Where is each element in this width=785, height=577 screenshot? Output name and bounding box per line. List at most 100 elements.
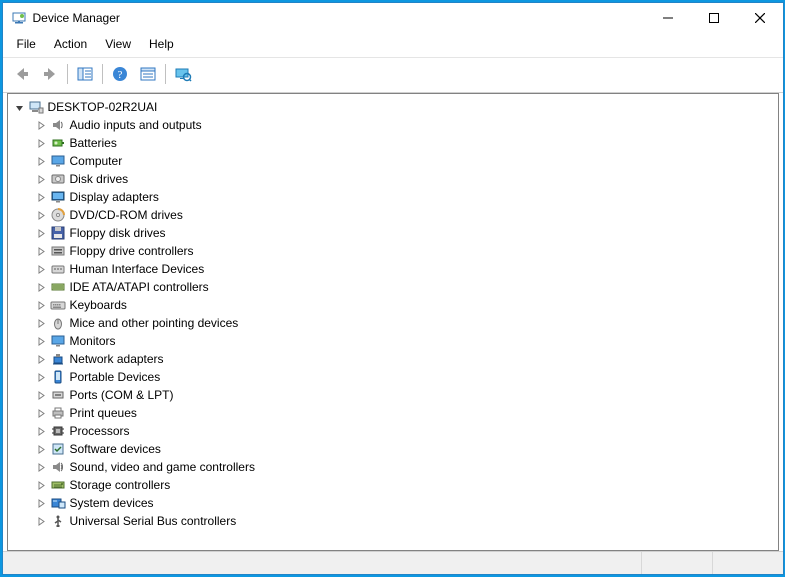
display-icon	[50, 189, 66, 205]
expander-icon[interactable]	[36, 191, 48, 203]
toolbar-separator	[102, 64, 103, 84]
tree-node[interactable]: Human Interface Devices	[8, 260, 778, 278]
nav-forward-button[interactable]	[37, 61, 63, 87]
tree-node[interactable]: Ports (COM & LPT)	[8, 386, 778, 404]
svg-text:?: ?	[117, 69, 122, 81]
tree-node[interactable]: IDE ATA/ATAPI controllers	[8, 278, 778, 296]
tree-node[interactable]: Disk drives	[8, 170, 778, 188]
tree-node-label: Monitors	[70, 334, 116, 348]
tree-node-label: Computer	[70, 154, 123, 168]
tree-node-label: DVD/CD-ROM drives	[70, 208, 183, 222]
tree-pane[interactable]: DESKTOP-02R2UAI Audio inputs and outputs B…	[7, 93, 779, 551]
expander-icon[interactable]	[36, 317, 48, 329]
window-frame: Device Manager File Action View Help	[2, 2, 784, 575]
tree-node[interactable]: Batteries	[8, 134, 778, 152]
toolbar: ?	[3, 57, 783, 93]
expander-icon[interactable]	[36, 389, 48, 401]
expander-icon[interactable]	[36, 173, 48, 185]
expander-icon[interactable]	[36, 227, 48, 239]
expander-icon[interactable]	[36, 335, 48, 347]
tree-node-label: IDE ATA/ATAPI controllers	[70, 280, 209, 294]
app-icon	[11, 10, 27, 26]
tree-node[interactable]: Floppy disk drives	[8, 224, 778, 242]
monitor-icon	[50, 333, 66, 349]
expander-icon[interactable]	[36, 263, 48, 275]
tree-node-label: Batteries	[70, 136, 117, 150]
battery-icon	[50, 135, 66, 151]
menu-help[interactable]: Help	[141, 35, 182, 53]
system-icon	[50, 495, 66, 511]
expander-icon[interactable]	[36, 461, 48, 473]
tree-node[interactable]: Portable Devices	[8, 368, 778, 386]
menubar: File Action View Help	[3, 33, 783, 57]
titlebar: Device Manager	[3, 3, 783, 33]
tree-node-label: Human Interface Devices	[70, 262, 205, 276]
expander-icon[interactable]	[36, 119, 48, 131]
expander-icon[interactable]	[36, 155, 48, 167]
expander-icon[interactable]	[36, 497, 48, 509]
scan-hardware-button[interactable]	[170, 61, 196, 87]
tree-node[interactable]: Network adapters	[8, 350, 778, 368]
device-tree: DESKTOP-02R2UAI Audio inputs and outputs B…	[8, 94, 778, 534]
maximize-button[interactable]	[691, 3, 737, 33]
window-controls	[645, 3, 783, 33]
tree-node-label: System devices	[70, 496, 154, 510]
tree-node-label: Network adapters	[70, 352, 164, 366]
expander-icon[interactable]	[14, 101, 26, 113]
audio-icon	[50, 117, 66, 133]
expander-icon[interactable]	[36, 281, 48, 293]
expander-icon[interactable]	[36, 407, 48, 419]
cdrom-icon	[50, 207, 66, 223]
expander-icon[interactable]	[36, 353, 48, 365]
tree-node-label: Universal Serial Bus controllers	[70, 514, 237, 528]
close-button[interactable]	[737, 3, 783, 33]
tree-node[interactable]: Storage controllers	[8, 476, 778, 494]
menu-file[interactable]: File	[9, 35, 44, 53]
tree-node[interactable]: Sound, video and game controllers	[8, 458, 778, 476]
tree-node[interactable]: System devices	[8, 494, 778, 512]
expander-icon[interactable]	[36, 425, 48, 437]
cpu-icon	[50, 423, 66, 439]
properties-button[interactable]	[135, 61, 161, 87]
computer-icon	[28, 99, 44, 115]
mouse-icon	[50, 315, 66, 331]
statusbar-cell	[712, 552, 783, 574]
tree-root[interactable]: DESKTOP-02R2UAI	[8, 98, 778, 116]
menu-action[interactable]: Action	[46, 35, 95, 53]
network-icon	[50, 351, 66, 367]
monitor-icon	[50, 153, 66, 169]
tree-node-label: Ports (COM & LPT)	[70, 388, 174, 402]
tree-node[interactable]: Audio inputs and outputs	[8, 116, 778, 134]
tree-node[interactable]: Display adapters	[8, 188, 778, 206]
minimize-button[interactable]	[645, 3, 691, 33]
toolbar-separator	[165, 64, 166, 84]
tree-node[interactable]: Monitors	[8, 332, 778, 350]
tree-node[interactable]: Floppy drive controllers	[8, 242, 778, 260]
expander-icon[interactable]	[36, 371, 48, 383]
tree-node[interactable]: Mice and other pointing devices	[8, 314, 778, 332]
expander-icon[interactable]	[36, 209, 48, 221]
tree-node[interactable]: Universal Serial Bus controllers	[8, 512, 778, 530]
tree-node[interactable]: Keyboards	[8, 296, 778, 314]
expander-icon[interactable]	[36, 245, 48, 257]
menu-view[interactable]: View	[97, 35, 139, 53]
portable-icon	[50, 369, 66, 385]
tree-node[interactable]: DVD/CD-ROM drives	[8, 206, 778, 224]
help-button[interactable]: ?	[107, 61, 133, 87]
expander-icon[interactable]	[36, 299, 48, 311]
expander-icon[interactable]	[36, 443, 48, 455]
tree-node[interactable]: Software devices	[8, 440, 778, 458]
tree-node[interactable]: Computer	[8, 152, 778, 170]
nav-back-button[interactable]	[9, 61, 35, 87]
tree-node[interactable]: Processors	[8, 422, 778, 440]
tree-node-label: Processors	[70, 424, 130, 438]
expander-icon[interactable]	[36, 515, 48, 527]
expander-icon[interactable]	[36, 479, 48, 491]
tree-node-label: Disk drives	[70, 172, 129, 186]
sound-icon	[50, 459, 66, 475]
tree-node[interactable]: Print queues	[8, 404, 778, 422]
tree-root-label: DESKTOP-02R2UAI	[48, 100, 158, 114]
show-hide-tree-button[interactable]	[72, 61, 98, 87]
expander-icon[interactable]	[36, 137, 48, 149]
ide-icon	[50, 279, 66, 295]
